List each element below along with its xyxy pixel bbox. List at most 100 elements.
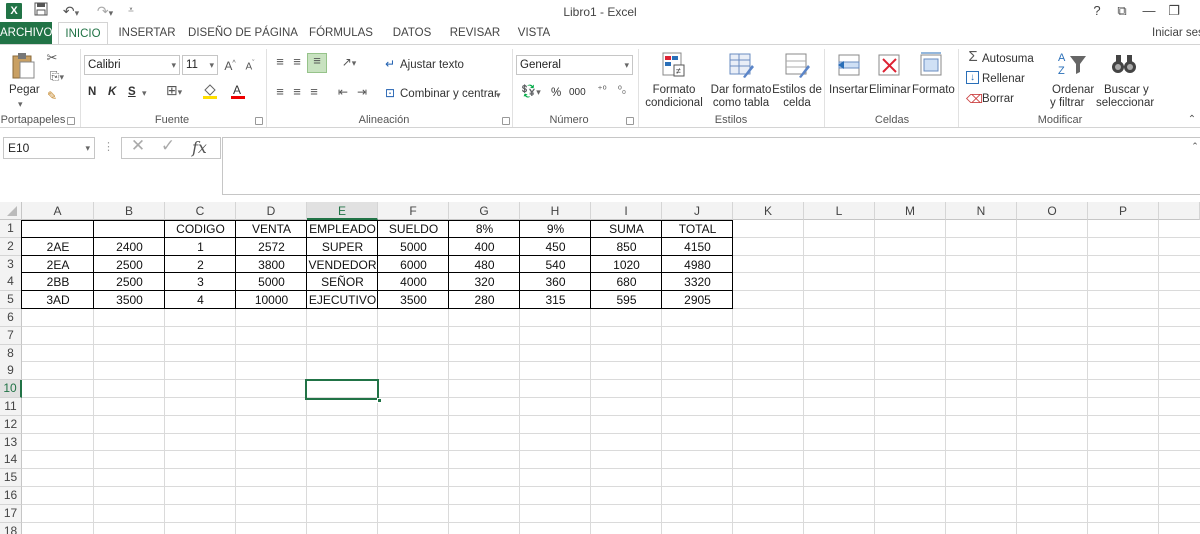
merge-center-icon[interactable]: ⊡ (383, 86, 397, 100)
borders-icon[interactable]: ⊞▾ (162, 83, 186, 99)
fill-handle[interactable] (377, 398, 382, 403)
tab-vista[interactable]: VISTA (510, 22, 558, 44)
column-header-d[interactable]: D (236, 202, 307, 220)
column-header-h[interactable]: H (520, 202, 591, 220)
align-center-icon[interactable]: ≡ (289, 85, 305, 99)
thousands-button[interactable]: 000 (569, 86, 586, 100)
font-size-select[interactable]: 11 ▾ (182, 55, 218, 75)
table-cell[interactable]: 3320 (662, 274, 733, 291)
tab-diseno-pagina[interactable]: DISEÑO DE PÁGINA (188, 22, 298, 44)
conditional-format-label-2[interactable]: condicional (643, 96, 705, 110)
merge-dropdown-icon[interactable]: ▾ (496, 88, 501, 102)
row-header-9[interactable]: 9 (0, 362, 22, 380)
collapse-ribbon-icon[interactable]: ⌃ (1186, 113, 1198, 127)
decrease-indent-icon[interactable]: ⇤ (335, 85, 351, 99)
column-header-f[interactable]: F (378, 202, 449, 220)
row-header-8[interactable]: 8 (0, 345, 22, 363)
clipboard-launcher-icon[interactable] (67, 117, 75, 125)
table-cell[interactable]: 3 (165, 274, 236, 291)
align-bottom-icon[interactable]: ≡ (307, 53, 327, 73)
tab-insertar[interactable]: INSERTAR (112, 22, 182, 44)
row-header-13[interactable]: 13 (0, 434, 22, 452)
select-all-corner[interactable] (0, 202, 22, 220)
table-cell[interactable]: TOTAL (662, 221, 733, 238)
conditional-format-label-1[interactable]: Formato (652, 83, 696, 97)
table-cell[interactable]: 280 (449, 292, 520, 309)
clear-button[interactable]: Borrar (982, 92, 1014, 106)
format-button[interactable]: Formato (912, 83, 955, 97)
row-header-7[interactable]: 7 (0, 327, 22, 345)
table-cell[interactable]: 595 (591, 292, 662, 309)
row-header-4[interactable]: 4 (0, 273, 22, 291)
tab-formulas[interactable]: FÓRMULAS (304, 22, 378, 44)
underline-button[interactable]: S (128, 85, 136, 99)
row-header-3[interactable]: 3 (0, 256, 22, 274)
tab-revisar[interactable]: REVISAR (444, 22, 506, 44)
table-cell[interactable]: 2572 (236, 239, 307, 256)
table-cell[interactable]: 5000 (236, 274, 307, 291)
insert-button[interactable]: Insertar (829, 83, 868, 97)
row-header-12[interactable]: 12 (0, 416, 22, 434)
row-header-6[interactable]: 6 (0, 309, 22, 327)
table-cell[interactable]: 315 (520, 292, 591, 309)
ribbon-display-icon[interactable]: ⧉ (1111, 2, 1133, 20)
table-cell[interactable]: 2905 (662, 292, 733, 309)
fill-color-icon[interactable] (202, 83, 228, 101)
column-header-a[interactable]: A (22, 202, 94, 220)
table-cell[interactable]: EJECUTIVO (307, 292, 378, 309)
column-header-l[interactable]: L (804, 202, 875, 220)
format-table-label-1[interactable]: Dar formato (709, 83, 773, 97)
bold-button[interactable]: N (88, 85, 96, 99)
table-cell[interactable]: 2AE (22, 239, 94, 256)
column-header-c[interactable]: C (165, 202, 236, 220)
underline-dropdown-icon[interactable]: ▾ (142, 86, 147, 100)
number-format-select[interactable]: General ▾ (516, 55, 633, 75)
formula-input[interactable] (222, 137, 1200, 195)
row-header-5[interactable]: 5 (0, 291, 22, 309)
alignment-launcher-icon[interactable] (502, 117, 510, 125)
italic-button[interactable]: K (108, 85, 116, 99)
number-launcher-icon[interactable] (626, 117, 634, 125)
table-cell[interactable]: 1 (165, 239, 236, 256)
table-cell[interactable]: SUMA (591, 221, 662, 238)
cell-styles-label-2[interactable]: celda (776, 96, 818, 110)
row-header-2[interactable]: 2 (0, 238, 22, 256)
row-header-10[interactable]: 10 (0, 380, 22, 398)
table-cell[interactable]: 2400 (94, 239, 165, 256)
column-header-b[interactable]: B (94, 202, 165, 220)
format-table-label-2[interactable]: como tabla (707, 96, 775, 110)
decrease-decimal-icon[interactable]: ⁰₀ (614, 84, 630, 98)
table-cell[interactable]: VENTA (236, 221, 307, 238)
name-box[interactable]: E10 ▾ (3, 137, 95, 159)
table-cell[interactable]: 4000 (378, 274, 449, 291)
table-cell[interactable]: 4150 (662, 239, 733, 256)
cancel-icon[interactable]: ✕ (128, 137, 148, 154)
align-top-icon[interactable]: ≡ (272, 55, 288, 69)
sign-in-link[interactable]: Iniciar sesi (1152, 22, 1200, 44)
align-left-icon[interactable]: ≡ (272, 85, 288, 99)
font-color-icon[interactable]: A (230, 83, 256, 101)
worksheet-grid[interactable]: A B C D E F G H I J K L M N O P 1 2 3 4 5 6 7 8 9 10 11 12 13 14 15 16 1… (0, 202, 1200, 534)
table-cell[interactable]: 320 (449, 274, 520, 291)
autosum-button[interactable]: Autosuma (982, 52, 1034, 66)
paste-dropdown-icon[interactable]: ▾ (18, 97, 23, 111)
help-icon[interactable]: ? (1086, 2, 1108, 20)
sort-filter-label-2[interactable]: y filtrar (1050, 96, 1085, 110)
table-cell[interactable]: SUPER (307, 239, 378, 256)
row-header-1[interactable]: 1 (0, 220, 22, 238)
wrap-text-icon[interactable]: ↵ (383, 57, 397, 71)
column-header-n[interactable]: N (946, 202, 1017, 220)
table-cell[interactable]: 680 (591, 274, 662, 291)
expand-formula-icon[interactable]: ⌃ (1190, 139, 1200, 153)
grow-font-icon[interactable]: A^ (223, 57, 237, 73)
table-cell[interactable]: 3AD (22, 292, 94, 309)
column-header-m[interactable]: M (875, 202, 946, 220)
font-launcher-icon[interactable] (255, 117, 263, 125)
table-cell[interactable]: 450 (520, 239, 591, 256)
table-cell[interactable] (22, 221, 94, 238)
eraser-icon[interactable]: ⌫ (966, 92, 983, 106)
table-cell[interactable]: 3500 (94, 292, 165, 309)
accounting-format-icon[interactable]: 💱▾ (518, 84, 544, 99)
fill-icon[interactable]: ↓ (966, 71, 979, 84)
increase-indent-icon[interactable]: ⇥ (354, 85, 370, 99)
